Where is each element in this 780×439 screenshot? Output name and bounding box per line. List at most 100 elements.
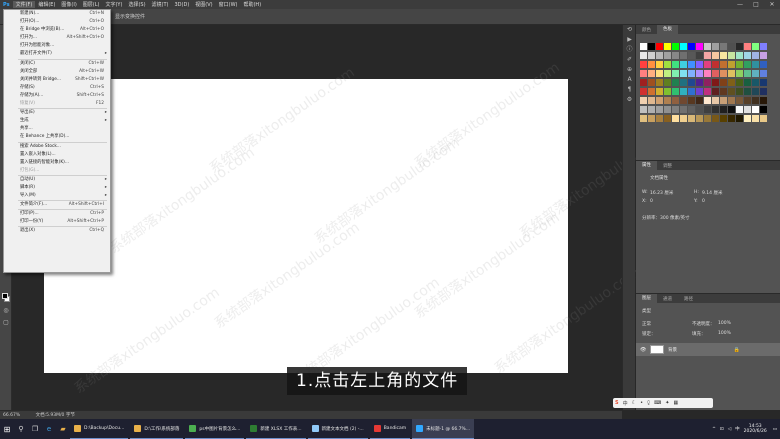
color-swatch[interactable] xyxy=(744,61,751,68)
color-swatch[interactable] xyxy=(728,115,735,122)
layers-tab[interactable]: 路径 xyxy=(678,296,699,302)
color-swatch[interactable] xyxy=(752,79,759,86)
foreground-color-swatch[interactable] xyxy=(2,293,8,299)
menu-2[interactable]: 图像(I) xyxy=(58,1,79,8)
character-icon[interactable]: A xyxy=(623,75,636,85)
swatches-tab[interactable]: 颜色 xyxy=(636,27,657,33)
maximize-icon[interactable]: □ xyxy=(748,0,764,9)
color-swatch[interactable] xyxy=(760,70,767,77)
color-swatch[interactable] xyxy=(672,88,679,95)
color-swatch[interactable] xyxy=(720,106,727,113)
color-swatch[interactable] xyxy=(656,43,663,50)
color-swatch[interactable] xyxy=(648,61,655,68)
color-swatch[interactable] xyxy=(736,97,743,104)
file-menu-item[interactable]: 置入链接的智能对象(K)... xyxy=(4,159,110,167)
moon-icon[interactable]: ☾ xyxy=(632,400,636,406)
width-value[interactable]: 16.23 厘米 xyxy=(650,190,673,196)
chevron-up-icon[interactable]: ^ xyxy=(712,427,716,432)
brush-settings-icon[interactable]: ✐ xyxy=(623,55,636,65)
color-swatch[interactable] xyxy=(744,43,751,50)
paragraph-icon[interactable]: ¶ xyxy=(623,85,636,95)
edge-icon[interactable]: e xyxy=(42,419,56,439)
color-swatch[interactable] xyxy=(696,43,703,50)
color-swatch[interactable] xyxy=(744,79,751,86)
taskbar-app[interactable]: Bandicam xyxy=(369,419,411,439)
layer-kind-filter[interactable]: 类型 xyxy=(642,308,651,314)
file-menu-item[interactable]: 存储(S) Ctrl+S xyxy=(4,84,110,92)
color-swatch[interactable] xyxy=(736,52,743,59)
color-swatch[interactable] xyxy=(664,79,671,86)
color-swatch[interactable] xyxy=(696,70,703,77)
keyboard-icon[interactable]: ⌨ xyxy=(654,400,661,406)
color-swatch[interactable] xyxy=(736,106,743,113)
color-swatch[interactable] xyxy=(728,79,735,86)
color-swatch[interactable] xyxy=(752,70,759,77)
file-menu-item[interactable]: 最近打开文件(T) ▸ xyxy=(4,50,110,58)
color-swatch[interactable] xyxy=(688,115,695,122)
ime-indicator[interactable]: 中 xyxy=(735,426,740,432)
menu-9[interactable]: 窗口(W) xyxy=(216,1,241,8)
color-swatch[interactable] xyxy=(712,61,719,68)
file-menu-item[interactable]: 脚本(R) ▸ xyxy=(4,184,110,192)
color-swatch[interactable] xyxy=(688,79,695,86)
mic-icon[interactable]: ⍜ xyxy=(647,400,650,406)
color-swatch[interactable] xyxy=(696,106,703,113)
file-menu-item[interactable]: 导入(M) ▸ xyxy=(4,192,110,200)
clone-source-icon[interactable]: ⊕ xyxy=(623,65,636,75)
color-swatch[interactable] xyxy=(656,52,663,59)
color-swatch[interactable] xyxy=(736,115,743,122)
color-swatch[interactable] xyxy=(720,115,727,122)
color-swatch[interactable] xyxy=(752,106,759,113)
color-swatch[interactable] xyxy=(752,43,759,50)
fill-value[interactable]: 100% xyxy=(718,331,731,336)
color-swatch[interactable] xyxy=(696,61,703,68)
color-swatch[interactable] xyxy=(688,88,695,95)
color-swatch[interactable] xyxy=(712,79,719,86)
layer-row-background[interactable]: 👁 背景 🔒 xyxy=(636,343,780,356)
color-swatch[interactable] xyxy=(648,70,655,77)
color-swatch[interactable] xyxy=(752,52,759,59)
ime-lang[interactable]: 中 xyxy=(623,400,628,407)
color-swatch[interactable] xyxy=(640,79,647,86)
taskbar-app[interactable]: 新建文本文档 (2) -... xyxy=(307,419,368,439)
opacity-value[interactable]: 100% xyxy=(718,321,731,326)
color-swatch[interactable] xyxy=(664,97,671,104)
taskbar-app[interactable]: D:\工作\系统部落 xyxy=(130,419,184,439)
layers-tab[interactable]: 图层 xyxy=(636,294,657,303)
color-swatch[interactable] xyxy=(760,52,767,59)
explorer-icon[interactable]: ▰ xyxy=(56,419,70,439)
color-swatch[interactable] xyxy=(720,97,727,104)
color-swatch[interactable] xyxy=(720,43,727,50)
color-swatch[interactable] xyxy=(744,115,751,122)
color-swatch[interactable] xyxy=(672,79,679,86)
menu-10[interactable]: 帮助(H) xyxy=(240,1,264,8)
color-swatch[interactable] xyxy=(696,97,703,104)
color-swatch[interactable] xyxy=(752,61,759,68)
file-menu-item[interactable]: 导出(E) ▸ xyxy=(4,109,110,117)
color-swatch[interactable] xyxy=(680,79,687,86)
color-swatch[interactable] xyxy=(728,88,735,95)
color-swatch[interactable] xyxy=(640,61,647,68)
menu-6[interactable]: 滤镜(T) xyxy=(149,1,172,8)
minimize-icon[interactable]: — xyxy=(732,0,748,9)
color-swatch[interactable] xyxy=(672,43,679,50)
file-menu-item[interactable]: 新建(N)... Ctrl+N xyxy=(4,10,110,18)
color-swatch[interactable] xyxy=(704,61,711,68)
color-swatch[interactable] xyxy=(760,88,767,95)
info-icon[interactable]: ⓘ xyxy=(623,45,636,55)
color-swatch[interactable] xyxy=(672,70,679,77)
file-menu-item[interactable]: 生成 ▸ xyxy=(4,117,110,125)
color-swatch[interactable] xyxy=(696,115,703,122)
color-swatch[interactable] xyxy=(680,70,687,77)
task-view-icon[interactable]: ❐ xyxy=(28,419,42,439)
color-swatch[interactable] xyxy=(680,52,687,59)
color-swatch[interactable] xyxy=(760,97,767,104)
color-swatch[interactable] xyxy=(760,106,767,113)
file-menu-item[interactable]: 在 Bridge 中浏览(B)... Alt+Ctrl+O xyxy=(4,26,110,34)
file-menu-item[interactable]: 打开为... Alt+Shift+Ctrl+O xyxy=(4,34,110,42)
color-swatch[interactable] xyxy=(752,115,759,122)
file-menu-item[interactable]: 文件简介(F)... Alt+Shift+Ctrl+I xyxy=(4,201,110,209)
color-swatch[interactable] xyxy=(704,88,711,95)
search-icon[interactable]: ⚲ xyxy=(14,419,28,439)
color-swatch[interactable] xyxy=(656,106,663,113)
